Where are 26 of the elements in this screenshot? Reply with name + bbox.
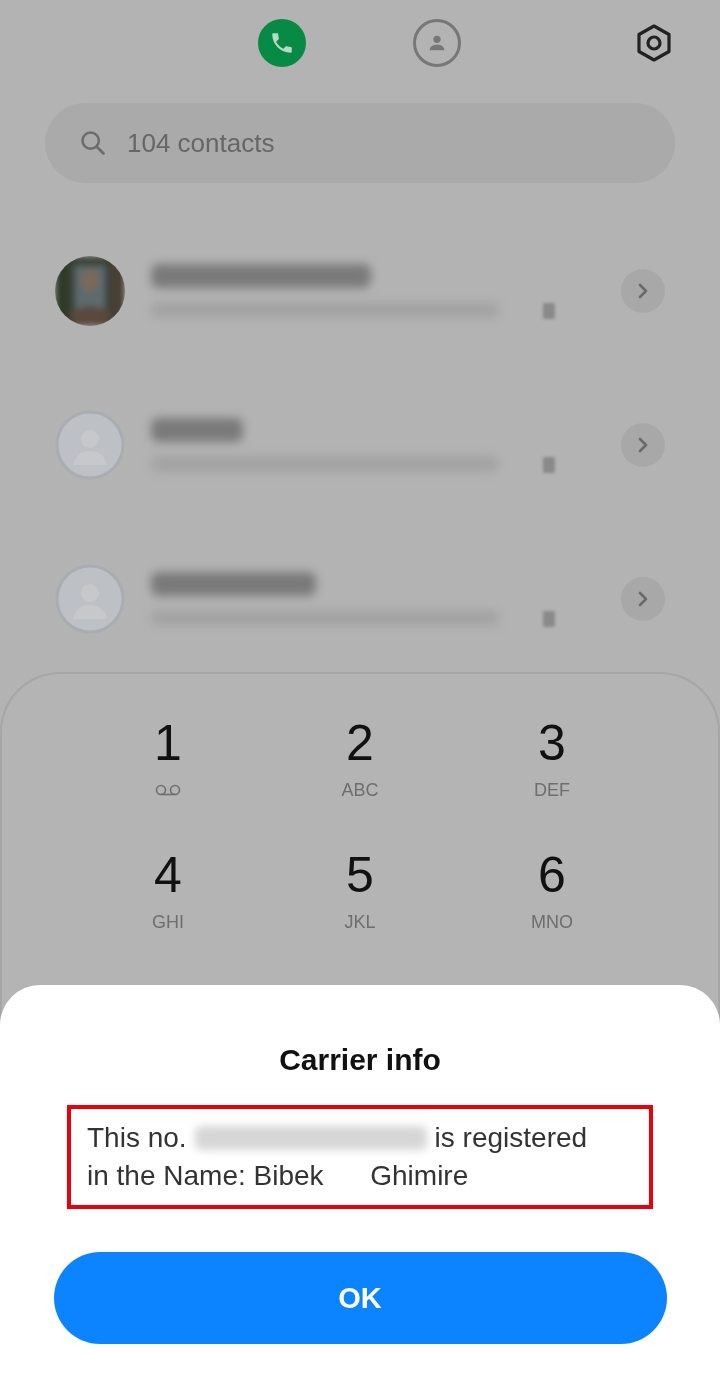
details-button[interactable]	[621, 269, 665, 313]
message-text: in the Name: Bibek Ghimire	[87, 1159, 469, 1193]
message-text: is registered	[434, 1121, 588, 1155]
details-button[interactable]	[621, 423, 665, 467]
sim-icon	[543, 457, 555, 473]
sim-icon	[543, 303, 555, 319]
dial-key[interactable]: 3 DEF	[456, 712, 648, 820]
message-text: This no.	[87, 1121, 187, 1155]
dial-key[interactable]: 2 ABC	[264, 712, 456, 820]
dial-key[interactable]: 5 JKL	[264, 844, 456, 952]
sim-icon	[543, 611, 555, 627]
avatar-icon	[55, 410, 125, 480]
dial-key[interactable]: 6 MNO	[456, 844, 648, 952]
phone-icon	[269, 30, 295, 56]
dialog-title: Carrier info	[279, 1043, 441, 1077]
phone-tab[interactable]	[258, 19, 306, 67]
contacts-tab[interactable]	[413, 19, 461, 67]
dial-key[interactable]: 4 GHI	[72, 844, 264, 952]
dial-key[interactable]: 1	[72, 712, 264, 820]
ok-button[interactable]: OK	[53, 1252, 667, 1344]
settings-icon[interactable]	[634, 23, 674, 63]
search-field[interactable]: 104 contacts	[45, 103, 675, 183]
voicemail-icon	[154, 784, 182, 796]
search-icon	[79, 129, 107, 157]
details-button[interactable]	[621, 577, 665, 621]
avatar-icon	[55, 564, 125, 634]
